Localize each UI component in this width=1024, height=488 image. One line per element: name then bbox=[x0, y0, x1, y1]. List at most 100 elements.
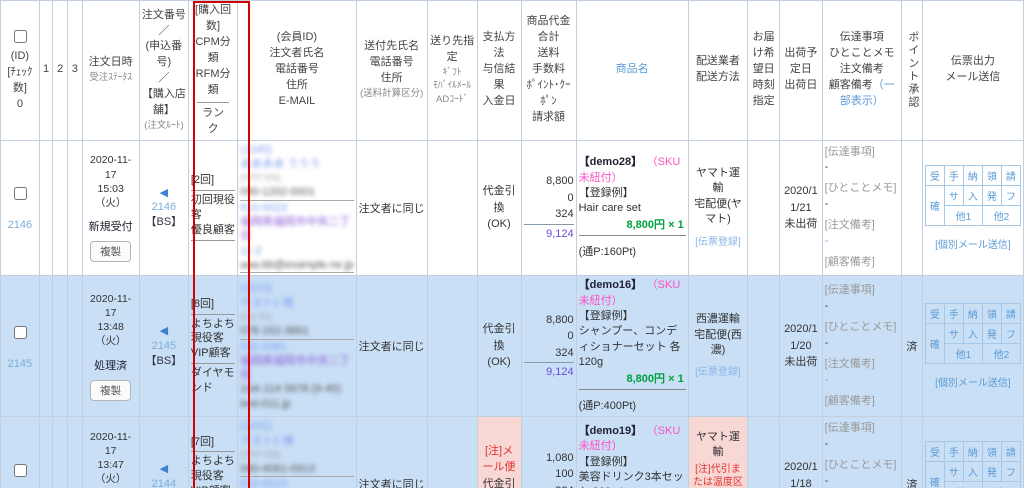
slip-button[interactable]: サ bbox=[944, 462, 963, 482]
customer-info-masked: (1045)ああああ ううう(ｱｱｱｱ ｳｳｳ)090-1202-0001810… bbox=[238, 140, 356, 276]
masked-text: 福岡県福岡市中央二丁目 bbox=[240, 216, 350, 242]
carrier-name: ヤマト運輸 bbox=[691, 166, 746, 197]
slip-button[interactable]: 領 bbox=[982, 304, 1001, 324]
slip-button[interactable]: 受 bbox=[925, 304, 944, 324]
order-detail-toggle-icon[interactable]: ◀ bbox=[160, 187, 168, 199]
destination-cell bbox=[427, 417, 477, 488]
slip-button[interactable]: フ bbox=[1001, 324, 1020, 344]
order-datetime: 2020-11-1715:03（火） bbox=[85, 153, 137, 210]
slip-button[interactable]: 他2 bbox=[982, 482, 1020, 488]
order-detail-toggle-icon[interactable]: ◀ bbox=[160, 463, 168, 475]
slip-button[interactable]: フ bbox=[1001, 462, 1020, 482]
slip-button[interactable]: 発 bbox=[982, 185, 1001, 205]
row-checkbox[interactable] bbox=[14, 326, 27, 339]
product-cell: 【demo28】（SKU未紐付）【登録例】Hair care set8,800円… bbox=[576, 140, 688, 276]
header-label: ポイント承認 bbox=[907, 31, 919, 109]
ship-date-cell: 2020/11/20未出荷 bbox=[780, 276, 823, 417]
header-col-2: 2 bbox=[53, 1, 68, 141]
slip-button[interactable]: 他1 bbox=[944, 482, 982, 488]
order-row-2146: 21462020-11-1715:03（火）新規受付複製◀2146【BS】[2回… bbox=[1, 140, 1024, 276]
copy-button[interactable]: 複製 bbox=[90, 241, 131, 262]
slip-button[interactable]: 請 bbox=[1001, 165, 1020, 185]
slip-button[interactable]: 確 bbox=[925, 324, 944, 364]
order-number-link[interactable]: 2145 bbox=[142, 339, 186, 354]
order-row-2145: 21452020-11-1713:48（火）処理済複製◀2145【BS】[8回]… bbox=[1, 276, 1024, 417]
slip-output-cell: 受手納領請確サ入発フ他1他2 [個別メール送信] bbox=[922, 276, 1023, 417]
copy-button[interactable]: 複製 bbox=[90, 380, 131, 401]
slip-button[interactable]: 入 bbox=[963, 324, 982, 344]
item-total: 8,800 bbox=[524, 173, 574, 190]
product-name: Hair care set bbox=[579, 201, 686, 216]
slip-button[interactable]: 手 bbox=[944, 165, 963, 185]
slip-button[interactable]: 入 bbox=[963, 462, 982, 482]
header-label: ﾎﾟｲﾝﾄ･ｸｰﾎﾟﾝ bbox=[527, 79, 571, 107]
slip-register-link[interactable]: [伝票登録] bbox=[691, 366, 746, 380]
header-product-name[interactable]: 商品名 bbox=[576, 1, 688, 141]
slip-button[interactable]: フ bbox=[1001, 185, 1020, 205]
header-label: 送り先指定 bbox=[430, 35, 474, 63]
flag-cell-1 bbox=[39, 276, 53, 417]
slip-button[interactable]: 発 bbox=[982, 462, 1001, 482]
memo-label: [伝達事項] bbox=[825, 283, 899, 299]
slip-button[interactable]: 入 bbox=[963, 185, 982, 205]
memo-value: - bbox=[825, 336, 899, 352]
row-checkbox[interactable] bbox=[14, 464, 27, 477]
order-number-link[interactable]: 2146 bbox=[142, 200, 186, 215]
slip-button[interactable]: 確 bbox=[925, 185, 944, 225]
header-label: 住所 bbox=[286, 79, 308, 91]
slip-button[interactable]: 他1 bbox=[944, 205, 982, 225]
payment-cell: [注]メール便代金引換(OK) bbox=[477, 417, 521, 488]
slip-button[interactable]: 手 bbox=[944, 442, 963, 462]
header-label: (ID) bbox=[11, 50, 29, 62]
order-row-2144: 21442020-11-1713:47（火）処理済複製◀2144【BS】[7回]… bbox=[1, 417, 1024, 488]
slip-button[interactable]: 請 bbox=[1001, 442, 1020, 462]
product-code: 【demo19】 bbox=[579, 425, 643, 437]
slip-button[interactable]: 他2 bbox=[982, 344, 1020, 364]
memo-label: [注文備考] bbox=[825, 218, 899, 234]
slip-button[interactable]: 他1 bbox=[944, 344, 982, 364]
slip-button[interactable]: 納 bbox=[963, 304, 982, 324]
order-number-link[interactable]: 2144 bbox=[142, 477, 186, 488]
slip-button[interactable]: 確 bbox=[925, 462, 944, 488]
order-status: 処理済 bbox=[85, 357, 137, 373]
slip-button[interactable]: 請 bbox=[1001, 304, 1020, 324]
order-id-link[interactable]: 2145 bbox=[3, 358, 37, 370]
masked-text: test-011.jp bbox=[240, 398, 291, 410]
slip-button[interactable]: 領 bbox=[982, 165, 1001, 185]
slip-button[interactable]: 発 bbox=[982, 324, 1001, 344]
carrier-cell: 西濃運輸宅配便(西濃)[伝票登録] bbox=[688, 276, 748, 417]
memo-value: - bbox=[825, 474, 899, 488]
flag-cell-3 bbox=[67, 140, 82, 276]
header-amounts: 商品代金合計送料手数料ﾎﾟｲﾝﾄ･ｸｰﾎﾟﾝ請求額 bbox=[521, 1, 576, 141]
order-detail-toggle-icon[interactable]: ◀ bbox=[160, 325, 168, 337]
purchase-class-cell: [2回]初回現役客優良顧客 bbox=[188, 140, 237, 276]
purchase-class-cell: [8回]よちよち現役客VIP顧客ダイヤモンド bbox=[188, 276, 237, 417]
slip-button[interactable]: 納 bbox=[963, 165, 982, 185]
slip-button[interactable]: 納 bbox=[963, 442, 982, 462]
slip-button[interactable]: サ bbox=[944, 324, 963, 344]
slip-button[interactable]: 領 bbox=[982, 442, 1001, 462]
memo-label: [伝達事項] bbox=[825, 421, 899, 437]
flag-cell-2 bbox=[53, 276, 68, 417]
credit-result: (OK) bbox=[480, 354, 519, 371]
row-checkbox[interactable] bbox=[14, 187, 27, 200]
select-all-checkbox[interactable] bbox=[14, 30, 27, 43]
masked-text: (1045) bbox=[240, 144, 272, 156]
credit-result: (OK) bbox=[480, 216, 519, 233]
slip-register-link[interactable]: [伝票登録] bbox=[691, 236, 746, 250]
cpm-class: よちよち現役客 bbox=[191, 455, 235, 482]
masked-text: 080-4061-0913 bbox=[240, 463, 315, 475]
slip-buttons: 受手納領請確サ入発フ他1他2 bbox=[925, 441, 1021, 488]
header-label: 受注ｽﾃｰﾀｽ bbox=[89, 72, 132, 83]
slip-button[interactable]: 受 bbox=[925, 165, 944, 185]
slip-button[interactable]: 受 bbox=[925, 442, 944, 462]
individual-mail-link[interactable]: [個別メール送信] bbox=[925, 236, 1021, 251]
memo-cell: [伝達事項]-[ひとことメモ]-[注文備考]-[顧客備考] bbox=[822, 140, 901, 276]
slip-button[interactable]: 手 bbox=[944, 304, 963, 324]
individual-mail-link[interactable]: [個別メール送信] bbox=[925, 374, 1021, 389]
order-id-link[interactable]: 2146 bbox=[3, 219, 37, 231]
slip-button[interactable]: 他2 bbox=[982, 205, 1020, 225]
amounts-cell: 8,80003249,124 bbox=[521, 140, 576, 276]
header-label: 出荷予定日 bbox=[784, 47, 817, 75]
slip-button[interactable]: サ bbox=[944, 185, 963, 205]
